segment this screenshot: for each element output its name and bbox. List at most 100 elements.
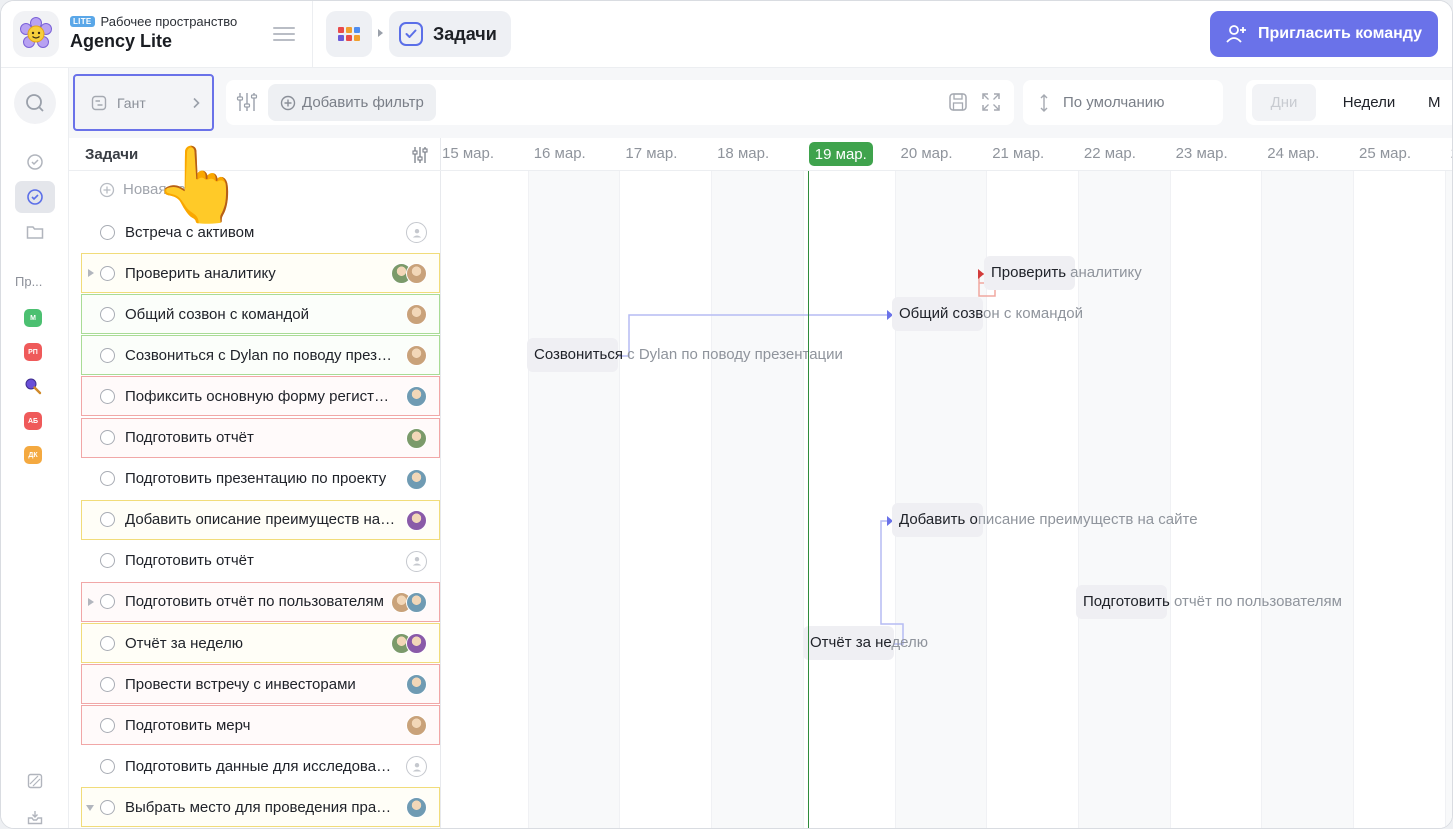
- sliders-icon[interactable]: [236, 91, 258, 113]
- bar-label-outside: он с командой: [983, 305, 1083, 323]
- expand-icon[interactable]: [981, 92, 1001, 112]
- top-bar: LITE Рабочее пространство Agency Lite За…: [1, 1, 1452, 68]
- assignee-avatars[interactable]: [406, 715, 427, 737]
- avatar: [406, 304, 427, 326]
- task-row[interactable]: Подготовить мерч: [81, 705, 440, 746]
- task-row[interactable]: Выбрать место для проведения праздника: [81, 787, 440, 828]
- task-row[interactable]: Встреча с активом: [81, 212, 440, 252]
- assignee-avatars[interactable]: [406, 756, 427, 778]
- task-row[interactable]: Подготовить отчёт по пользователям: [81, 581, 440, 622]
- column-settings-icon[interactable]: [411, 146, 429, 164]
- search-button[interactable]: [14, 82, 56, 124]
- task-checkbox[interactable]: [100, 265, 115, 281]
- task-name: Созвониться с Dylan по поводу презентаци…: [125, 346, 397, 364]
- task-checkbox[interactable]: [100, 471, 115, 487]
- save-icon[interactable]: [948, 92, 968, 112]
- rail-my-tasks[interactable]: [15, 146, 55, 178]
- bar-label-inside: Созвониться: [534, 346, 623, 364]
- toolbar: Гант Добавить фильтр По умолчанию Дни Не…: [69, 68, 1452, 138]
- assignee-avatars[interactable]: [406, 345, 427, 367]
- project-m[interactable]: М: [24, 309, 42, 327]
- task-row[interactable]: Подготовить презентацию по проекту: [81, 459, 440, 499]
- view-switcher-gantt[interactable]: Гант: [73, 74, 214, 131]
- task-row[interactable]: Пофиксить основную форму регистрации: [81, 376, 440, 417]
- scale-months[interactable]: М: [1428, 84, 1452, 121]
- task-checkbox[interactable]: [100, 799, 115, 815]
- task-row[interactable]: Подготовить данные для исследования: [81, 746, 440, 786]
- project-ab[interactable]: АБ: [24, 412, 42, 430]
- task-row[interactable]: Провести встречу с инвесторами: [81, 664, 440, 705]
- task-checkbox[interactable]: [100, 553, 115, 569]
- assignee-avatars[interactable]: [406, 797, 427, 819]
- timeline-header: 15 мар. 16 мар. 17 мар. 18 мар. 19 мар. 20 ма…: [441, 138, 1452, 171]
- bar-label-outside: делю: [891, 634, 929, 651]
- task-name: Добавить описание преимуществ на сайте: [125, 511, 397, 529]
- task-checkbox[interactable]: [100, 717, 115, 733]
- add-filter-label: Добавить фильтр: [302, 94, 424, 111]
- task-checkbox[interactable]: [100, 224, 115, 240]
- rail-tasks[interactable]: [15, 181, 55, 213]
- day-label: 16 мар.: [533, 145, 586, 162]
- assignee-avatars[interactable]: [406, 674, 427, 696]
- rail-archive[interactable]: [15, 765, 55, 797]
- scale-days[interactable]: Дни: [1252, 84, 1316, 121]
- task-checkbox[interactable]: [100, 347, 115, 363]
- project-magnifier[interactable]: [24, 377, 42, 395]
- sort-label: По умолчанию: [1063, 94, 1165, 111]
- sort-dropdown[interactable]: По умолчанию: [1023, 80, 1223, 125]
- folder-icon: [26, 226, 44, 239]
- avatar: [406, 591, 427, 613]
- project-rp[interactable]: РП: [24, 343, 42, 361]
- assignee-avatars[interactable]: [406, 509, 427, 531]
- assignee-avatars[interactable]: [406, 427, 427, 449]
- assignee-avatars[interactable]: [391, 591, 427, 613]
- task-checkbox[interactable]: [100, 758, 115, 774]
- scale-weeks[interactable]: Недели: [1330, 84, 1408, 121]
- task-row[interactable]: Добавить описание преимуществ на сайте: [81, 499, 440, 540]
- apps-button[interactable]: [326, 11, 372, 57]
- assignee-avatars[interactable]: [406, 304, 427, 326]
- task-checkbox[interactable]: [100, 635, 115, 651]
- rail-inbox[interactable]: [15, 801, 55, 828]
- task-name: Встреча с активом: [125, 223, 255, 241]
- add-filter-button[interactable]: Добавить фильтр: [268, 84, 436, 121]
- task-row[interactable]: Созвониться с Dylan по поводу презентаци…: [81, 335, 440, 376]
- task-checkbox[interactable]: [100, 388, 115, 404]
- task-row[interactable]: Подготовить отчёт: [81, 541, 440, 581]
- assignee-avatars[interactable]: [391, 263, 427, 285]
- tasks-column-header: Задачи: [69, 138, 441, 171]
- task-checkbox[interactable]: [100, 512, 115, 528]
- task-checkbox[interactable]: [100, 594, 115, 610]
- task-row[interactable]: Проверить аналитику: [81, 253, 440, 294]
- assignee-avatars[interactable]: [391, 633, 427, 654]
- workspace-switcher[interactable]: LITE Рабочее пространство Agency Lite: [70, 14, 237, 52]
- assignee-avatars[interactable]: [406, 550, 427, 572]
- breadcrumb-tasks[interactable]: Задачи: [389, 11, 511, 57]
- apps-grid-icon: [338, 27, 360, 41]
- menu-icon[interactable]: [273, 25, 295, 43]
- chevron-right-icon: [193, 97, 200, 108]
- magnifier-icon: [25, 378, 42, 395]
- expand-down-icon[interactable]: [86, 805, 94, 812]
- workspace-logo[interactable]: [13, 11, 59, 57]
- task-checkbox[interactable]: [100, 306, 115, 322]
- day-label: 22 мар.: [1083, 145, 1136, 162]
- assignee-avatars[interactable]: [406, 222, 427, 243]
- projects-label: Пр...: [15, 274, 43, 289]
- task-row[interactable]: Отчёт за неделю: [81, 623, 440, 663]
- task-checkbox[interactable]: [100, 430, 115, 445]
- project-dk[interactable]: ДК: [24, 446, 42, 464]
- task-checkbox[interactable]: [100, 676, 115, 692]
- avatar: [406, 674, 427, 696]
- rail-files[interactable]: [15, 216, 55, 248]
- assignee-avatars[interactable]: [406, 468, 427, 490]
- task-row[interactable]: Подготовить отчёт: [81, 417, 440, 458]
- expand-right-icon[interactable]: [88, 269, 94, 278]
- expand-right-icon[interactable]: [88, 597, 94, 606]
- search-icon: [26, 94, 44, 112]
- avatar: [406, 263, 427, 285]
- task-name: Отчёт за неделю: [125, 634, 244, 652]
- invite-team-button[interactable]: Пригласить команду: [1210, 11, 1438, 57]
- assignee-avatars[interactable]: [406, 386, 427, 408]
- task-row[interactable]: Общий созвон с командой: [81, 294, 440, 335]
